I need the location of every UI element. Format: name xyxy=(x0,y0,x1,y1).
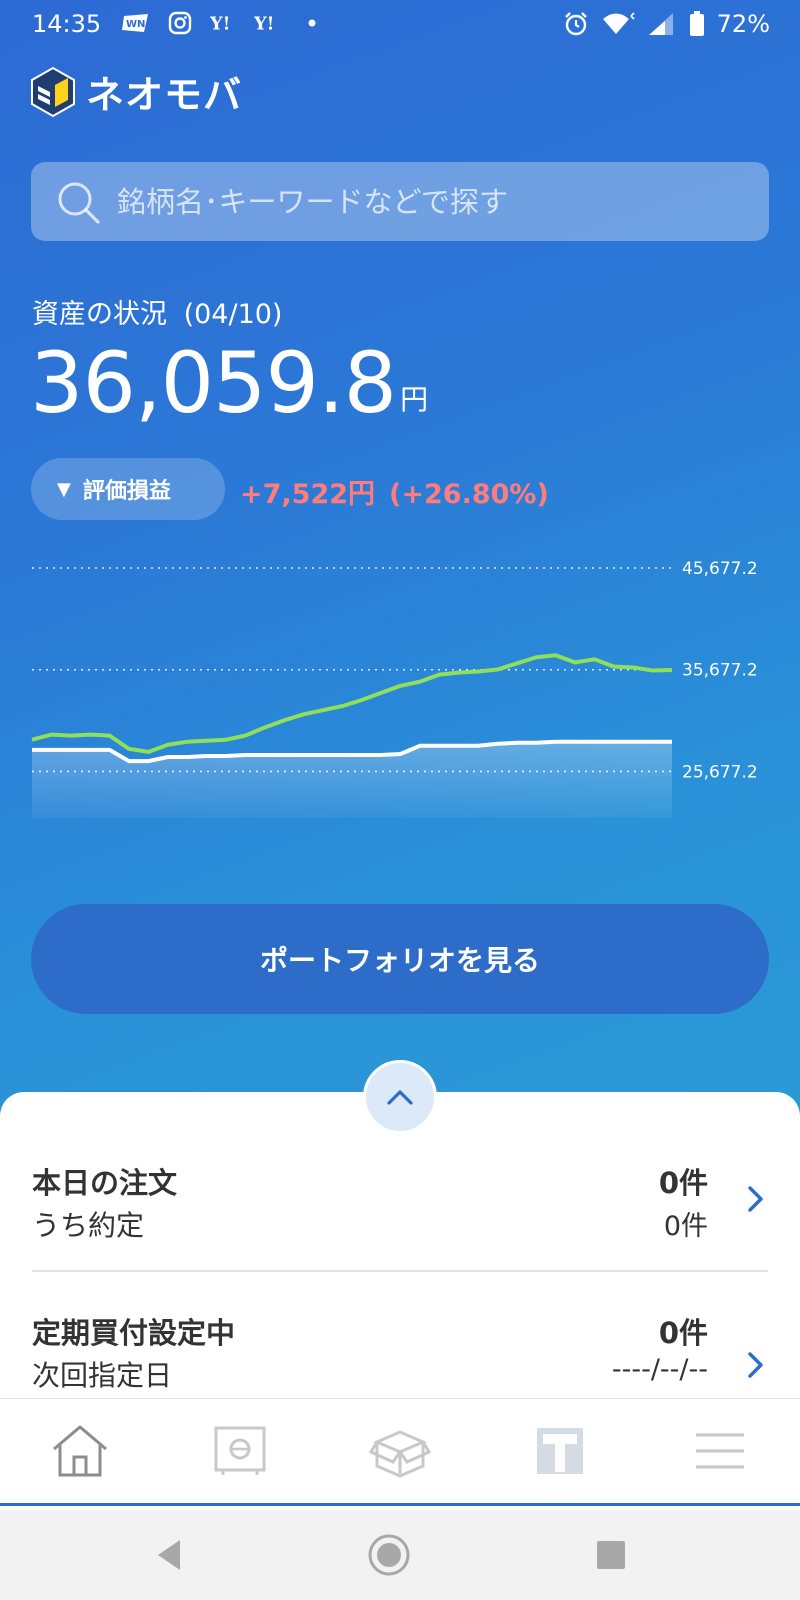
home-circle-icon[interactable] xyxy=(366,1532,412,1578)
today-orders-count: 0件 xyxy=(658,1166,708,1200)
battery-percent: 72% xyxy=(716,10,770,38)
view-portfolio-button[interactable]: ポートフォリオを見る xyxy=(31,904,769,1014)
svg-text:Y!: Y! xyxy=(254,14,274,34)
asset-unit: 円 xyxy=(400,383,429,416)
dot-icon xyxy=(298,10,326,36)
neomoba-logo-icon xyxy=(31,66,75,117)
yahoo-icon: Y! xyxy=(210,10,238,36)
tab-home[interactable] xyxy=(35,1416,125,1486)
search-input[interactable] xyxy=(117,184,717,219)
notification-icons: WN Y! Y! xyxy=(122,10,326,36)
system-icons: 72% xyxy=(563,10,770,38)
system-navigation-bar xyxy=(0,1510,800,1600)
tab-t-point[interactable] xyxy=(515,1416,605,1486)
status-bar: 14:35 WN Y! Y! 72% xyxy=(0,0,800,48)
next-date-value: ----/--/-- xyxy=(611,1354,708,1385)
profit-loss-toggle[interactable]: ▼ 評価損益 xyxy=(31,458,225,520)
alarm-icon xyxy=(564,12,587,36)
t-point-icon xyxy=(537,1428,583,1474)
search-bar[interactable] xyxy=(31,162,769,241)
svg-text:Y!: Y! xyxy=(210,14,230,34)
yahoo-icon: Y! xyxy=(254,10,282,36)
chevron-up-icon xyxy=(387,1090,413,1105)
executed-label: うち約定 xyxy=(32,1209,145,1242)
asset-date: (04/10) xyxy=(183,299,283,330)
instagram-icon xyxy=(166,10,194,36)
tab-products[interactable] xyxy=(355,1416,445,1486)
asset-amount: 36,059.8 xyxy=(30,334,397,432)
asset-status-label: 資産の状況 (04/10) xyxy=(32,292,282,331)
asset-chart: 45,677.2 35,677.2 25,677.2 xyxy=(31,559,758,818)
recurring-purchase-title: 定期買付設定中 xyxy=(32,1316,236,1350)
app-logo[interactable]: ネオモバ xyxy=(30,64,242,119)
home-icon xyxy=(53,1425,107,1477)
tab-assets[interactable] xyxy=(195,1416,285,1486)
app-name: ネオモバ xyxy=(86,73,243,117)
today-orders-title: 本日の注文 xyxy=(32,1166,178,1200)
today-orders-row[interactable]: 本日の注文 うち約定 0件 0件 xyxy=(0,1160,800,1280)
y-tick-label: 45,677.2 xyxy=(682,559,758,579)
recents-icon[interactable] xyxy=(588,1532,634,1578)
wifi-icon xyxy=(602,12,635,34)
profit-loss-percent: (+26.80%) xyxy=(389,479,549,510)
next-date-label: 次回指定日 xyxy=(32,1359,173,1392)
expand-sheet-button[interactable] xyxy=(363,1060,437,1134)
bottom-tab-bar xyxy=(0,1398,800,1506)
y-tick-label: 35,677.2 xyxy=(682,661,758,681)
battery-icon xyxy=(689,11,704,36)
valuation-series-line xyxy=(31,653,673,754)
profit-loss-amount: +7,522円 xyxy=(240,479,376,510)
chevron-right-icon xyxy=(748,1352,763,1378)
triangle-down-icon: ▼ xyxy=(57,478,71,500)
signal-icon xyxy=(648,13,673,35)
search-icon xyxy=(58,182,100,224)
chevron-right-icon xyxy=(748,1186,763,1212)
back-icon[interactable] xyxy=(148,1532,194,1578)
svg-text:WN: WN xyxy=(126,19,145,30)
weathernews-icon: WN xyxy=(122,10,150,36)
menu-icon xyxy=(696,1433,744,1469)
safe-icon xyxy=(214,1426,266,1475)
y-tick-label: 25,677.2 xyxy=(682,762,758,782)
recurring-purchase-count: 0件 xyxy=(658,1316,708,1350)
row-divider xyxy=(32,1270,768,1272)
asset-label-text: 資産の状況 xyxy=(32,299,167,330)
profit-loss-toggle-label: 評価損益 xyxy=(82,479,171,504)
profit-loss-value: +7,522円 (+26.80%) xyxy=(240,472,549,511)
asset-value: 36,059.8 円 xyxy=(30,338,428,428)
box-icon xyxy=(369,1430,431,1478)
tab-menu[interactable] xyxy=(675,1416,765,1486)
status-time: 14:35 xyxy=(32,10,102,38)
executed-count: 0件 xyxy=(663,1211,708,1242)
